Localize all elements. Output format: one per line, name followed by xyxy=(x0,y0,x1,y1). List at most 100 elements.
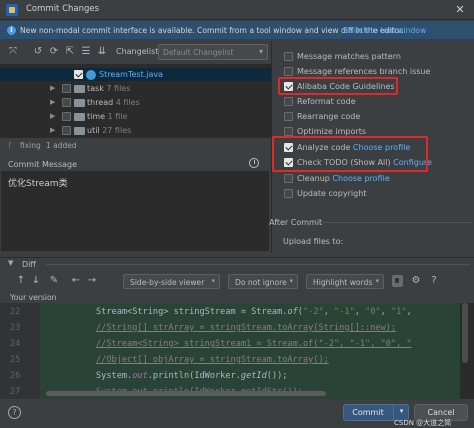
folder-checkbox[interactable] xyxy=(62,98,71,107)
expand-all-icon[interactable]: ☰ xyxy=(80,46,92,58)
commit-label: Commit xyxy=(352,408,384,417)
option-label: Message references branch issue xyxy=(297,67,431,76)
folder-name: util xyxy=(87,126,100,135)
folder-count: 1 file xyxy=(107,112,128,121)
collapse-all-icon[interactable]: ⇊ xyxy=(96,46,108,58)
chevron-down-icon: ▾ xyxy=(258,47,263,56)
added-count: 1 added xyxy=(46,141,77,150)
highlight-box xyxy=(278,77,398,95)
chevron-right-icon[interactable]: ▶ xyxy=(50,126,55,134)
folder-checkbox[interactable] xyxy=(62,84,71,93)
watermark: CSDN @大道之简 xyxy=(394,419,452,427)
folder-name: time xyxy=(87,112,106,121)
chevron-right-icon[interactable]: ▶ xyxy=(50,98,55,106)
help-icon[interactable]: ? xyxy=(428,275,440,287)
history-clock-icon[interactable] xyxy=(249,158,259,168)
java-class-icon xyxy=(86,70,96,80)
changelist-select[interactable]: Default Changelist ▾ xyxy=(158,44,268,60)
folder-count: 4 files xyxy=(115,98,140,107)
upload-label: Upload files to: xyxy=(283,237,344,246)
diff-editor[interactable]: 22 23 24 25 26 27 Stream<String> stringS… xyxy=(0,303,474,399)
show-diff-icon[interactable]: ⇱ xyxy=(64,46,76,58)
folder-checkbox[interactable] xyxy=(62,126,71,135)
horizontal-scrollbar[interactable] xyxy=(46,391,326,396)
option-label: Reformat code xyxy=(297,97,356,106)
line-number: 27 xyxy=(10,387,21,397)
highlight-value: Highlight words xyxy=(313,278,373,287)
diff-header[interactable]: ▼ Diff xyxy=(0,257,474,270)
changelist-label: Changelist: xyxy=(116,47,162,56)
changelist-value: Default Changelist xyxy=(163,48,234,57)
refresh-icon[interactable]: ⟳ xyxy=(48,46,60,58)
tree-row-file[interactable]: StreamTest.java xyxy=(0,68,272,81)
changed-lines-highlight xyxy=(40,303,460,399)
window-title: Commit Changes xyxy=(26,4,100,14)
tree-row-folder[interactable]: ▶ util 27 files xyxy=(0,124,272,137)
code-line: //Stream<String> stringStream1 = Stream.… xyxy=(96,339,412,349)
switch-to-tool-window-link[interactable]: Switch to tool window xyxy=(343,26,426,35)
gear-icon[interactable]: ⚙ xyxy=(410,275,422,287)
folder-count: 7 files xyxy=(106,84,131,93)
changes-toolbar: ⤧ ↺ ⟳ ⇱ ☰ ⇊ Changelist: Default Changeli… xyxy=(0,41,272,63)
checkbox[interactable] xyxy=(284,174,293,183)
arrow-down-icon[interactable]: ↓ xyxy=(30,275,42,287)
checkbox[interactable] xyxy=(284,112,293,121)
chevron-down-icon: ▾ xyxy=(289,277,293,285)
option-label: Cleanup xyxy=(297,174,330,183)
chevron-down-icon[interactable]: ▼ xyxy=(8,259,13,267)
vertical-scrollbar[interactable] xyxy=(462,303,468,363)
arrow-right-icon[interactable]: → xyxy=(86,275,98,287)
branch-icon: ᚴ xyxy=(8,141,13,150)
branch-status-bar: ᚴ fixing 1 added xyxy=(0,139,272,153)
checkbox[interactable] xyxy=(284,52,293,61)
arrow-left-icon[interactable]: ← xyxy=(70,275,82,287)
commit-message-input[interactable]: 优化Stream类 xyxy=(0,170,270,252)
highlight-select[interactable]: Highlight words ▾ xyxy=(306,274,384,289)
checkbox[interactable] xyxy=(284,189,293,198)
code-line: System.out.println(IdWorker.getId()); xyxy=(96,371,288,381)
file-checkbox[interactable] xyxy=(74,70,83,79)
arrow-up-icon[interactable]: ↑ xyxy=(15,275,27,287)
checkbox[interactable] xyxy=(284,67,293,76)
tree-row-folder[interactable]: ▶ task 7 files xyxy=(0,82,272,95)
title-bar: Commit Changes ✕ xyxy=(0,0,474,20)
folder-checkbox[interactable] xyxy=(62,112,71,121)
edit-icon[interactable]: ✎ xyxy=(48,275,60,287)
folder-icon xyxy=(74,99,85,107)
choose-profile-link[interactable]: Choose profile xyxy=(332,174,389,183)
code-line: Stream<String> stringStream = Stream.of(… xyxy=(96,307,412,317)
ignore-select[interactable]: Do not ignore ▾ xyxy=(228,274,298,289)
ignore-value: Do not ignore xyxy=(235,278,287,287)
folder-count: 27 files xyxy=(102,126,132,135)
line-number: 26 xyxy=(10,371,21,381)
tree-row-folder[interactable]: ▶ thread 4 files xyxy=(0,96,272,109)
checkbox[interactable] xyxy=(284,127,293,136)
chevron-right-icon[interactable]: ▶ xyxy=(50,112,55,120)
code-line: //Object[] objArray = stringStream.toArr… xyxy=(96,355,329,365)
viewer-select[interactable]: Side-by-side viewer ▾ xyxy=(123,274,220,289)
option-label: Message matches pattern xyxy=(297,52,401,61)
line-gutter xyxy=(0,303,40,399)
lock-icon[interactable] xyxy=(392,275,403,287)
file-name: StreamTest.java xyxy=(99,70,164,79)
folder-name: task xyxy=(87,84,104,93)
line-number: 23 xyxy=(10,323,21,333)
chevron-right-icon[interactable]: ▶ xyxy=(50,84,55,92)
highlight-box xyxy=(272,136,428,172)
line-number: 25 xyxy=(10,355,21,365)
app-icon xyxy=(6,4,18,16)
rollback-icon[interactable]: ↺ xyxy=(32,46,44,58)
your-version-label: Your version xyxy=(10,293,57,302)
branch-name: fixing xyxy=(20,141,41,150)
option-label: Update copyright xyxy=(297,189,367,198)
separator xyxy=(46,264,470,265)
checkbox[interactable] xyxy=(284,97,293,106)
close-icon[interactable]: ✕ xyxy=(452,2,468,18)
pin-icon[interactable]: ⤧ xyxy=(7,46,19,58)
tree-row-folder[interactable]: ▶ time 1 file xyxy=(0,110,272,123)
separator xyxy=(322,222,472,223)
diff-label: Diff xyxy=(22,260,36,269)
help-icon[interactable]: ? xyxy=(8,406,21,419)
folder-icon xyxy=(74,85,85,93)
folder-icon xyxy=(74,113,85,121)
